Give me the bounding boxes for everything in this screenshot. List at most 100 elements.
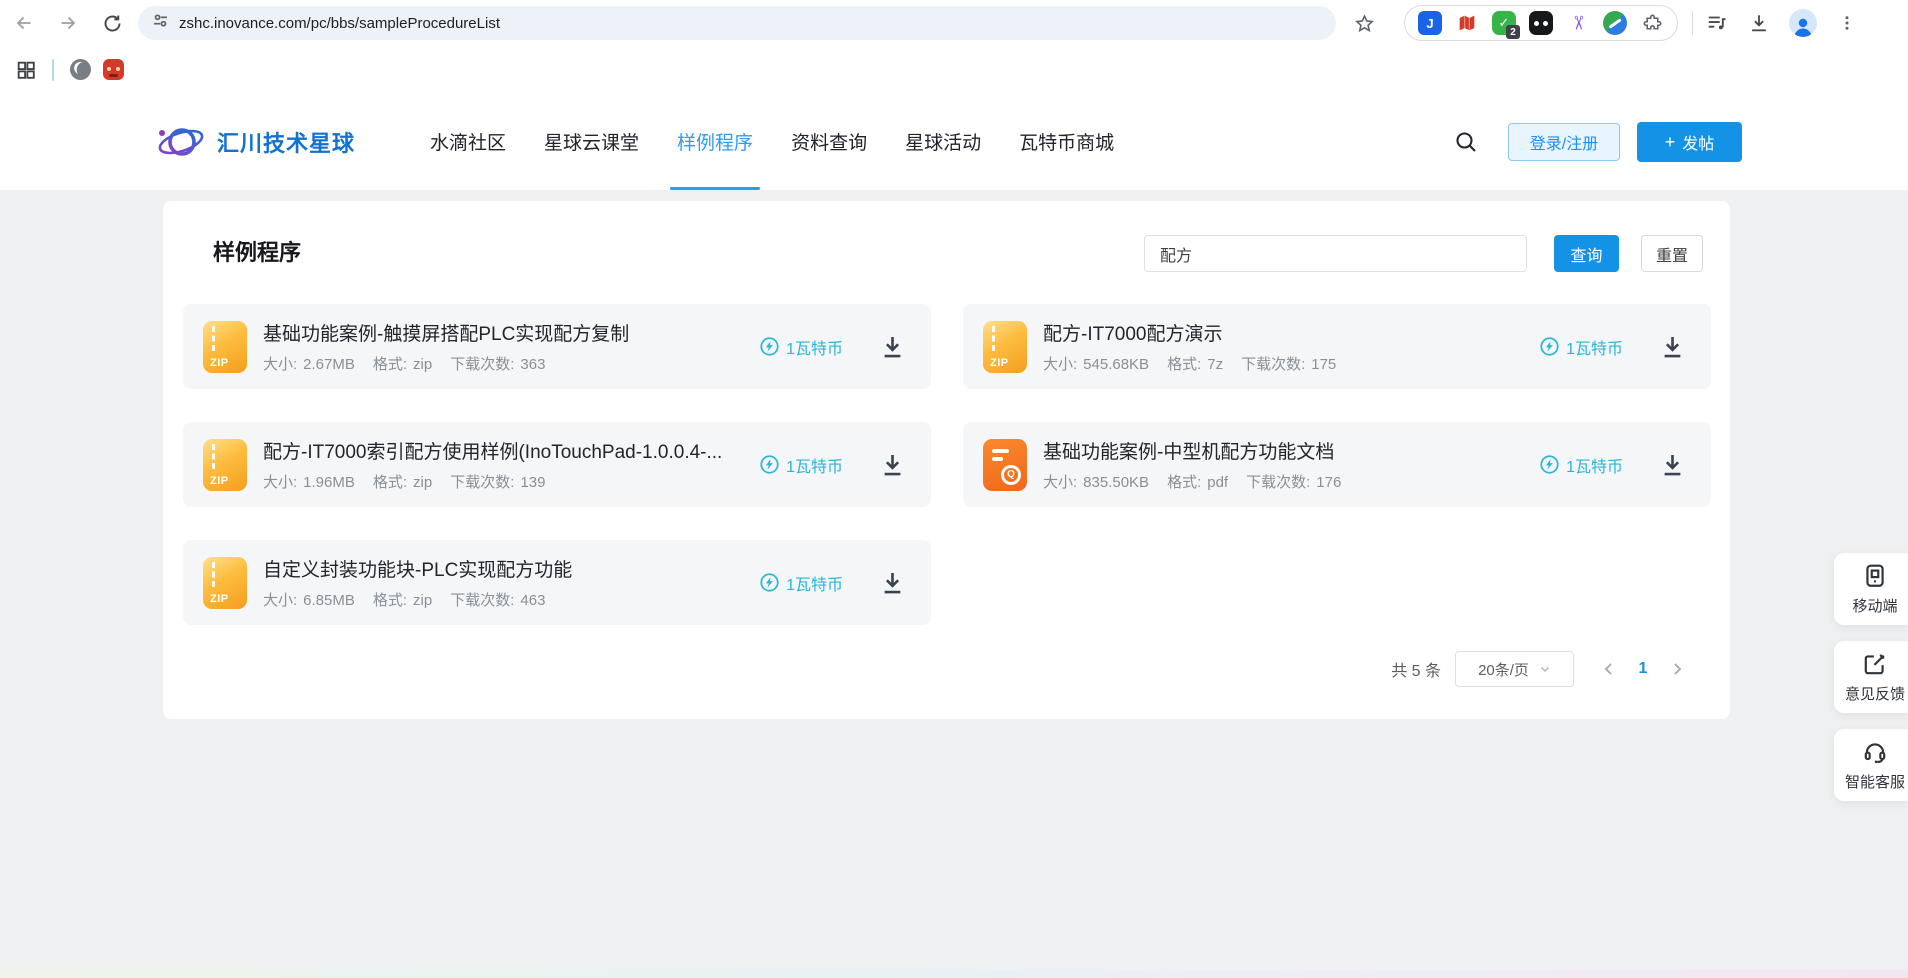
watt-coin-price: 1瓦特币 — [759, 571, 843, 595]
plus-icon: + — [1665, 133, 1676, 151]
customer-service-button[interactable]: 智能客服 — [1834, 729, 1908, 801]
nav-item-community[interactable]: 水滴社区 — [411, 93, 525, 190]
next-page-icon[interactable] — [1660, 651, 1694, 687]
menu-kebab-icon[interactable] — [1835, 11, 1859, 35]
watt-coin-icon — [1539, 336, 1560, 357]
feedback-button[interactable]: 意见反馈 — [1834, 641, 1908, 713]
extension-badge: 2 — [1506, 25, 1520, 39]
sample-program-panel: 样例程序 查询 重置 ZIP Q 基础功能案例-触摸屏搭配PLC实现配方复制 大… — [163, 201, 1730, 719]
nav-item-watt-mall[interactable]: 瓦特币商城 — [1000, 93, 1133, 190]
zip-file-icon: ZIP — [983, 321, 1027, 373]
login-register-button[interactable]: 登录/注册 — [1508, 123, 1620, 161]
mobile-qr-icon — [1862, 563, 1888, 589]
watt-coin-price: 1瓦特币 — [1539, 335, 1623, 359]
search-icon[interactable] — [1452, 128, 1480, 156]
sample-card[interactable]: ZIP Q 配方-IT7000索引配方使用样例(InoTouchPad-1.0.… — [183, 422, 931, 507]
sample-card[interactable]: ZIP Q 基础功能案例-触摸屏搭配PLC实现配方复制 大小:2.67MB格式:… — [183, 304, 931, 389]
extension-downloader-icon[interactable] — [1603, 11, 1627, 35]
magnifier-icon: Q — [1001, 465, 1021, 485]
watt-coin-icon — [759, 572, 780, 593]
prev-page-icon[interactable] — [1592, 651, 1626, 687]
query-button[interactable]: 查询 — [1554, 235, 1619, 272]
card-meta: 大小:1.96MB格式:zip下载次数:139 — [263, 471, 745, 492]
mobile-version-button[interactable]: 移动端 — [1834, 553, 1908, 625]
card-title: 基础功能案例-中型机配方功能文档 — [1043, 437, 1525, 464]
download-button[interactable] — [877, 332, 907, 362]
download-icon — [879, 451, 906, 478]
pagination-total: 共 5 条 — [1391, 657, 1441, 681]
zip-file-icon: ZIP — [203, 321, 247, 373]
extension-dark-icon[interactable] — [1529, 11, 1553, 35]
url-text[interactable]: zshc.inovance.com/pc/bbs/sampleProcedure… — [179, 15, 500, 32]
current-page[interactable]: 1 — [1626, 660, 1660, 678]
bookmark-star-icon[interactable] — [1350, 9, 1378, 37]
new-post-button[interactable]: + 发帖 — [1637, 122, 1742, 162]
edit-icon — [1862, 651, 1888, 677]
download-icon — [1659, 451, 1686, 478]
watt-coin-price: 1瓦特币 — [759, 335, 843, 359]
bookmark-favicon-globe[interactable] — [70, 59, 91, 80]
watt-coin-icon — [759, 336, 780, 357]
card-title: 配方-IT7000配方演示 — [1043, 319, 1525, 346]
bookmarks-divider — [52, 59, 54, 81]
nav-item-activities[interactable]: 星球活动 — [886, 93, 1000, 190]
pagination: 共 5 条 20条/页 1 — [1391, 651, 1694, 687]
pdf-file-icon: Q — [983, 439, 1027, 491]
headset-icon — [1862, 739, 1888, 765]
site-logo-text: 汇川技术星球 — [217, 126, 355, 158]
download-icon — [879, 569, 906, 596]
nav-item-sample-programs[interactable]: 样例程序 — [658, 93, 772, 190]
card-meta: 大小:2.67MB格式:zip下载次数:363 — [263, 353, 745, 374]
forward-icon[interactable] — [56, 11, 80, 35]
watt-coin-price: 1瓦特币 — [1539, 453, 1623, 477]
planet-logo-icon — [155, 119, 207, 165]
url-bar[interactable]: zshc.inovance.com/pc/bbs/sampleProcedure… — [138, 6, 1336, 40]
zip-file-icon: ZIP — [203, 439, 247, 491]
cards-grid: ZIP Q 基础功能案例-触摸屏搭配PLC实现配方复制 大小:2.67MB格式:… — [183, 304, 1711, 625]
card-title: 自定义封装功能块-PLC实现配方功能 — [263, 555, 745, 582]
extension-map-icon[interactable] — [1455, 11, 1479, 35]
page-background: 样例程序 查询 重置 ZIP Q 基础功能案例-触摸屏搭配PLC实现配方复制 大… — [0, 190, 1908, 978]
site-header: 汇川技术星球 水滴社区 星球云课堂 样例程序 资料查询 星球活动 瓦特币商城 登… — [0, 93, 1908, 190]
card-meta: 大小:6.85MB格式:zip下载次数:463 — [263, 589, 745, 610]
download-button[interactable] — [1657, 450, 1687, 480]
site-logo[interactable]: 汇川技术星球 — [155, 119, 355, 165]
sample-card[interactable]: ZIP Q 基础功能案例-中型机配方功能文档 大小:835.50KB格式:pdf… — [963, 422, 1711, 507]
back-icon[interactable] — [12, 11, 36, 35]
main-nav: 水滴社区 星球云课堂 样例程序 资料查询 星球活动 瓦特币商城 — [411, 93, 1133, 190]
extensions-pill: J ✓ 2 ✂ — [1404, 5, 1678, 41]
keyword-input[interactable] — [1144, 235, 1527, 272]
reset-button[interactable]: 重置 — [1641, 235, 1703, 272]
extensions-puzzle-icon[interactable] — [1640, 11, 1664, 35]
download-icon — [879, 333, 906, 360]
card-meta: 大小:835.50KB格式:pdf下载次数:176 — [1043, 471, 1525, 492]
bookmark-favicon-devil[interactable] — [103, 59, 124, 80]
apps-grid-icon[interactable] — [14, 58, 38, 82]
profile-avatar[interactable] — [1789, 9, 1817, 37]
chevron-down-icon — [1539, 663, 1551, 675]
card-title: 配方-IT7000索引配方使用样例(InoTouchPad-1.0.0.4-..… — [263, 437, 745, 464]
download-icon — [1659, 333, 1686, 360]
card-meta: 大小:545.68KB格式:7z下载次数:175 — [1043, 353, 1525, 374]
browser-toolbar: zshc.inovance.com/pc/bbs/sampleProcedure… — [0, 0, 1908, 46]
extension-scissors-icon[interactable]: ✂ — [1566, 11, 1590, 35]
page-title: 样例程序 — [213, 235, 301, 267]
downloads-icon[interactable] — [1747, 11, 1771, 35]
refresh-icon[interactable] — [100, 11, 124, 35]
download-button[interactable] — [877, 568, 907, 598]
sample-card[interactable]: ZIP Q 配方-IT7000配方演示 大小:545.68KB格式:7z下载次数… — [963, 304, 1711, 389]
watt-coin-icon — [1539, 454, 1560, 475]
bookmarks-bar — [0, 46, 1908, 93]
nav-item-cloud-classroom[interactable]: 星球云课堂 — [525, 93, 658, 190]
download-button[interactable] — [1657, 332, 1687, 362]
site-info-icon[interactable] — [152, 12, 169, 34]
sample-card[interactable]: ZIP Q 自定义封装功能块-PLC实现配方功能 大小:6.85MB格式:zip… — [183, 540, 931, 625]
download-button[interactable] — [877, 450, 907, 480]
watt-coin-icon — [759, 454, 780, 475]
page-size-select[interactable]: 20条/页 — [1455, 651, 1574, 687]
extension-shield-icon[interactable]: ✓ 2 — [1492, 11, 1516, 35]
media-control-icon[interactable] — [1705, 11, 1729, 35]
watt-coin-price: 1瓦特币 — [759, 453, 843, 477]
extension-j-icon[interactable]: J — [1418, 11, 1442, 35]
nav-item-data-query[interactable]: 资料查询 — [772, 93, 886, 190]
